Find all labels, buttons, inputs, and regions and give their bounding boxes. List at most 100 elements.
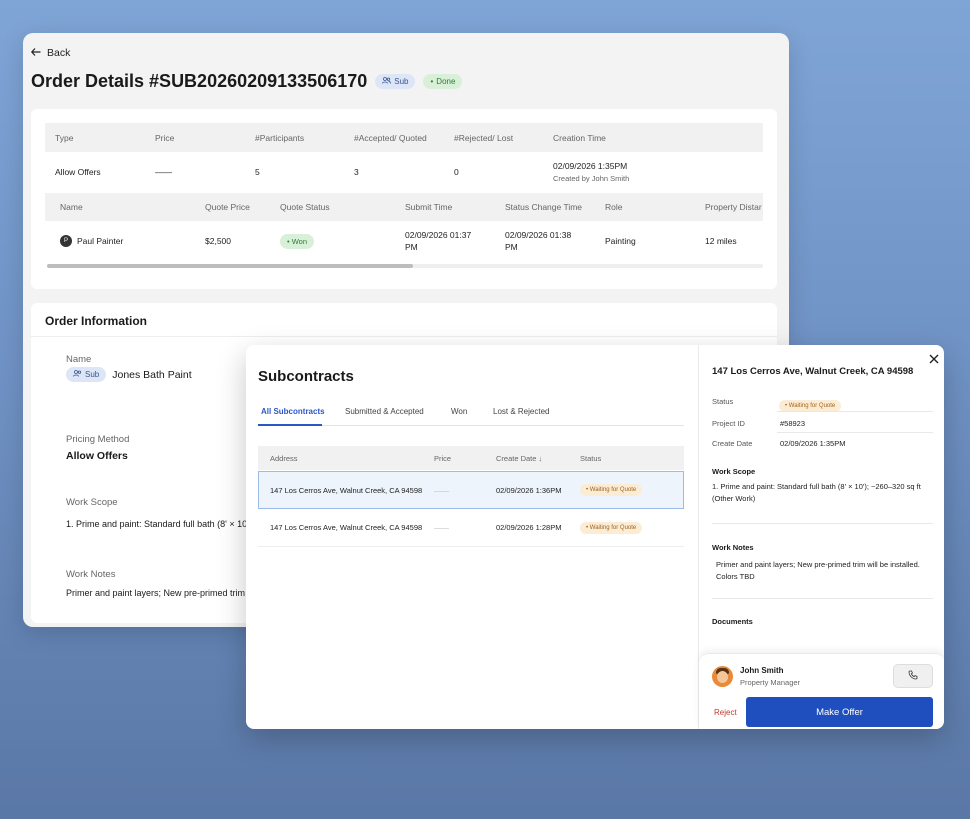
row-status: • Waiting for Quote	[580, 509, 643, 546]
table-row[interactable]: 147 Los Cerros Ave, Walnut Creek, CA 945…	[258, 471, 684, 509]
documents-heading: Documents	[712, 617, 753, 626]
divider	[777, 432, 933, 433]
col-price: Price	[155, 132, 175, 143]
row-status: • Waiting for Quote	[580, 472, 643, 508]
close-icon[interactable]	[929, 351, 939, 367]
row-address: 147 Los Cerros Ave, Walnut Creek, CA 945…	[270, 485, 423, 495]
create-date-value: 02/09/2026 1:35PM	[780, 439, 846, 448]
won-badge: • Won	[280, 233, 315, 249]
col-property-distance: Property Distar	[705, 202, 762, 212]
type-value: Allow Offers	[55, 166, 101, 177]
contact-role: Property Manager	[740, 678, 801, 687]
col-quote-price: Quote Price	[205, 202, 250, 212]
summary-card: Type Price #Participants #Accepted/ Quot…	[31, 109, 777, 289]
row-create-date: 02/09/2026 1:28PM	[496, 523, 562, 532]
arrow-left-icon	[30, 47, 41, 59]
project-id-label: Project ID	[712, 419, 745, 428]
row-price: ——	[434, 523, 449, 532]
create-date-label: Create Date	[712, 439, 753, 448]
dot-icon: •	[430, 77, 434, 86]
pricing-method-value: Allow Offers	[66, 450, 128, 462]
status-label: Status	[712, 397, 734, 406]
work-notes-label: Work Notes	[66, 569, 116, 580]
creation-time-value: 02/09/2026 1:35PM	[553, 160, 628, 171]
col-rejected: #Rejected/ Lost	[454, 132, 514, 143]
status-badge: • Waiting for Quote	[580, 484, 643, 496]
divider	[712, 523, 933, 524]
creation-time-cell: 02/09/2026 1:35PM Created by John Smith	[553, 152, 629, 191]
participant-name: Paul Painter	[77, 236, 124, 246]
detail-address-title: 147 Los Cerros Ave, Walnut Creek, CA 945…	[712, 366, 914, 377]
detail-footer: John Smith Property Manager Reject Make …	[699, 653, 944, 729]
avatar: P	[60, 235, 72, 247]
col-participants: #Participants	[255, 132, 305, 143]
work-scope-text: 1. Prime and paint: Standard full bath (…	[712, 482, 921, 503]
created-by: Created by John Smith	[553, 173, 630, 183]
col-creation-time: Creation Time	[553, 132, 606, 143]
col-type: Type	[55, 132, 74, 143]
active-tab-indicator	[258, 424, 322, 426]
subcontracts-table-header: Address Price Create Date ↓ Status	[258, 446, 684, 470]
name-label: Name	[66, 354, 92, 365]
done-badge: • Done	[423, 74, 463, 89]
phone-icon	[908, 667, 918, 685]
status-badge: • Waiting for Quote	[580, 521, 643, 534]
accepted-value: 3	[354, 166, 359, 177]
users-icon	[73, 370, 82, 379]
tab-won[interactable]: Won	[451, 407, 467, 416]
col-price: Price	[434, 453, 452, 463]
submit-time-cell: 02/09/2026 01:37 PM	[405, 230, 472, 252]
col-submit-time: Submit Time	[405, 202, 453, 212]
make-offer-button[interactable]: Make Offer	[746, 697, 933, 727]
order-title: Order Details #SUB20260209133506170	[31, 71, 368, 91]
name-value-row: Sub Jones Bath Paint	[66, 367, 192, 382]
change-time-cell: 02/09/2026 01:38 PM	[505, 230, 572, 252]
subcontract-detail-pane: 147 Los Cerros Ave, Walnut Creek, CA 945…	[698, 345, 944, 729]
work-notes-text: Primer and paint layers; New pre-primed …	[716, 560, 920, 581]
row-address: 147 Los Cerros Ave, Walnut Creek, CA 945…	[270, 523, 423, 532]
name-value: Jones Bath Paint	[112, 368, 192, 381]
call-button[interactable]	[893, 664, 933, 688]
sub-badge: Sub	[375, 74, 416, 89]
row-price: ——	[434, 485, 449, 495]
status-value: • Waiting for Quote	[779, 394, 842, 412]
page-title: Order Details #SUB20260209133506170 Sub …	[31, 71, 463, 92]
project-id-value: #58923	[780, 419, 806, 428]
subcontracts-title: Subcontracts	[258, 368, 354, 385]
participant-name-cell: P Paul Painter	[60, 221, 123, 261]
col-accepted: #Accepted/ Quoted	[354, 132, 427, 143]
work-scope-heading: Work Scope	[712, 467, 756, 476]
participants-value: 5	[255, 166, 260, 177]
row-create-date: 02/09/2026 1:36PM	[496, 485, 562, 495]
contact-name: John Smith	[740, 666, 784, 675]
distance-value: 12 miles	[705, 236, 737, 246]
pricing-method-label: Pricing Method	[66, 434, 130, 445]
tab-submitted-accepted[interactable]: Submitted & Accepted	[345, 407, 424, 416]
subcontract-tabs: All Subcontracts Submitted & Accepted Wo…	[258, 405, 684, 426]
col-status-change-time: Status Change Time	[505, 202, 583, 212]
divider	[712, 598, 933, 599]
table-row: Allow Offers —— 5 3 0 02/09/2026 1:35PM …	[45, 152, 763, 191]
tab-all-subcontracts[interactable]: All Subcontracts	[261, 407, 325, 416]
back-button[interactable]: Back	[30, 47, 71, 59]
divider	[777, 411, 933, 412]
price-value: ——	[155, 166, 172, 177]
subcontracts-list-pane: Subcontracts All Subcontracts Submitted …	[246, 345, 698, 729]
col-quote-status: Quote Status	[280, 202, 330, 212]
sub-badge: Sub	[66, 367, 107, 382]
col-status: Status	[580, 453, 602, 463]
users-icon	[382, 77, 392, 86]
tab-lost-rejected[interactable]: Lost & Rejected	[493, 407, 549, 416]
col-role: Role	[605, 202, 623, 212]
back-label: Back	[47, 47, 71, 59]
scrollbar-thumb[interactable]	[47, 264, 413, 268]
order-information-heading: Order Information	[31, 303, 777, 337]
table-row[interactable]: 147 Los Cerros Ave, Walnut Creek, CA 945…	[258, 509, 684, 547]
rejected-value: 0	[454, 166, 459, 177]
participants-table-header: Name Quote Price Quote Status Submit Tim…	[45, 193, 763, 221]
col-address: Address	[270, 453, 298, 463]
col-create-date[interactable]: Create Date ↓	[496, 446, 542, 470]
reject-button[interactable]: Reject	[714, 708, 737, 717]
table-row[interactable]: P Paul Painter $2,500 • Won 02/09/2026 0…	[45, 221, 763, 261]
summary-table-header: Type Price #Participants #Accepted/ Quot…	[45, 123, 763, 152]
